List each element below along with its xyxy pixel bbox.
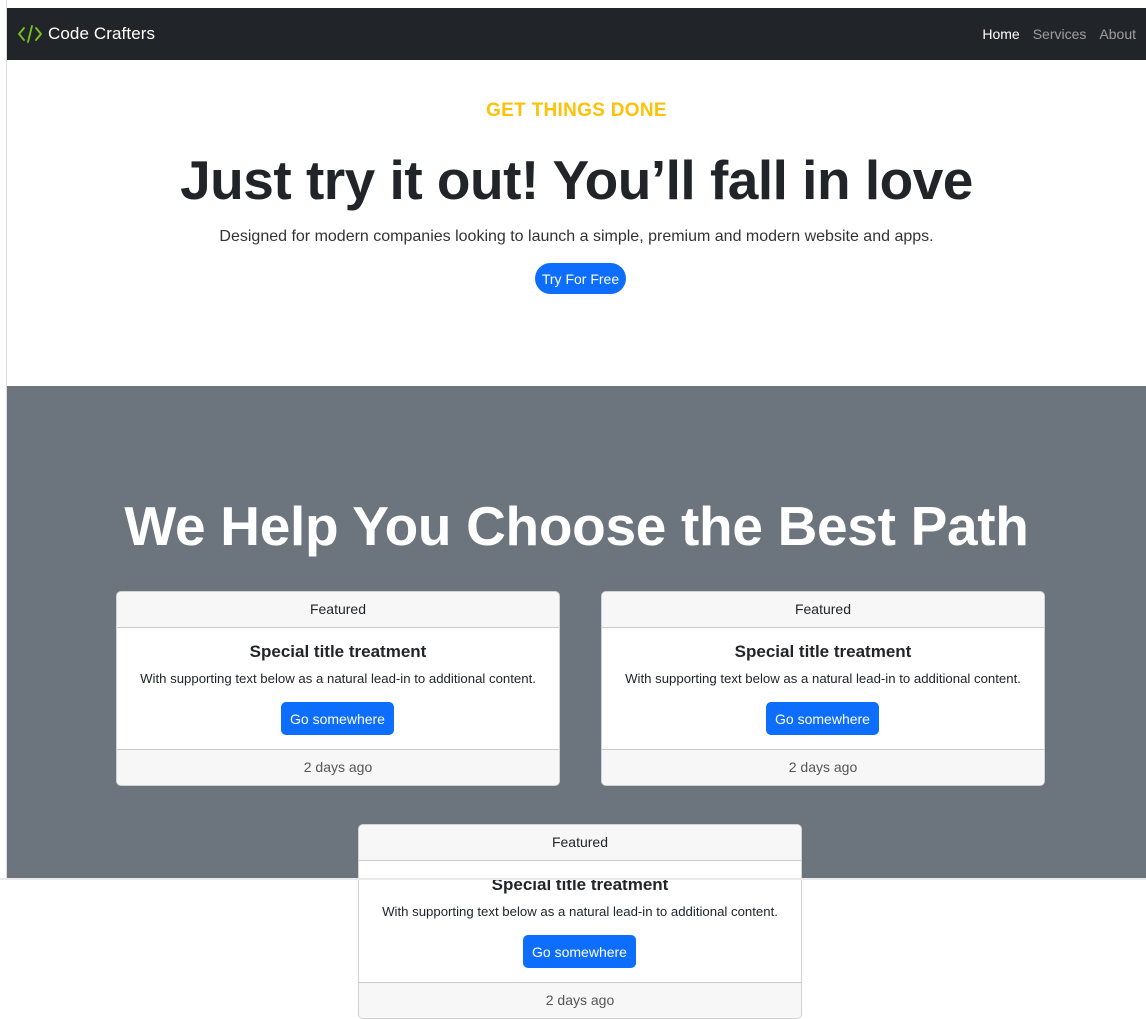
nav-links: Home Services About bbox=[969, 26, 1136, 42]
try-for-free-button[interactable]: Try For Free bbox=[535, 263, 626, 294]
window-left-edge bbox=[0, 0, 7, 880]
code-icon bbox=[18, 25, 42, 43]
go-somewhere-button[interactable]: Go somewhere bbox=[523, 935, 636, 968]
card-footer: 2 days ago bbox=[117, 749, 559, 785]
card-footer: 2 days ago bbox=[359, 982, 801, 1018]
hero-title: Just try it out! You’ll fall in love bbox=[180, 149, 973, 211]
card-header: Featured bbox=[117, 592, 559, 628]
card-text: With supporting text below as a natural … bbox=[140, 671, 536, 686]
section-title: We Help You Choose the Best Path bbox=[124, 495, 1029, 557]
navbar: Code Crafters Home Services About bbox=[7, 8, 1146, 60]
card-title: Special title treatment bbox=[249, 642, 427, 661]
card-footer: 2 days ago bbox=[602, 749, 1044, 785]
card-text: With supporting text below as a natural … bbox=[625, 671, 1021, 686]
brand-link[interactable]: Code Crafters bbox=[17, 23, 155, 45]
card-text: With supporting text below as a natural … bbox=[382, 904, 778, 919]
feature-card: Featured Special title treatment With su… bbox=[358, 824, 802, 1019]
hero-subtitle: Designed for modern companies looking to… bbox=[219, 228, 934, 245]
card-body: Special title treatment With supporting … bbox=[117, 628, 559, 749]
brand-name: Code Crafters bbox=[48, 24, 156, 43]
hero-eyebrow: GET THINGS DONE bbox=[486, 100, 667, 121]
nav-link-about[interactable]: About bbox=[1099, 26, 1136, 42]
nav-link-home[interactable]: Home bbox=[982, 26, 1019, 42]
window-top-edge bbox=[0, 0, 1146, 8]
card-header: Featured bbox=[359, 825, 801, 861]
card-body: Special title treatment With supporting … bbox=[602, 628, 1044, 749]
nav-link-services[interactable]: Services bbox=[1033, 26, 1087, 42]
card-title: Special title treatment bbox=[734, 642, 912, 661]
feature-card: Featured Special title treatment With su… bbox=[116, 591, 560, 786]
go-somewhere-button[interactable]: Go somewhere bbox=[281, 702, 394, 735]
feature-card: Featured Special title treatment With su… bbox=[601, 591, 1045, 786]
hero-section: GET THINGS DONE Just try it out! You’ll … bbox=[7, 60, 1146, 386]
go-somewhere-button[interactable]: Go somewhere bbox=[766, 702, 879, 735]
features-section: We Help You Choose the Best Path Feature… bbox=[7, 386, 1146, 1019]
card-header: Featured bbox=[602, 592, 1044, 628]
